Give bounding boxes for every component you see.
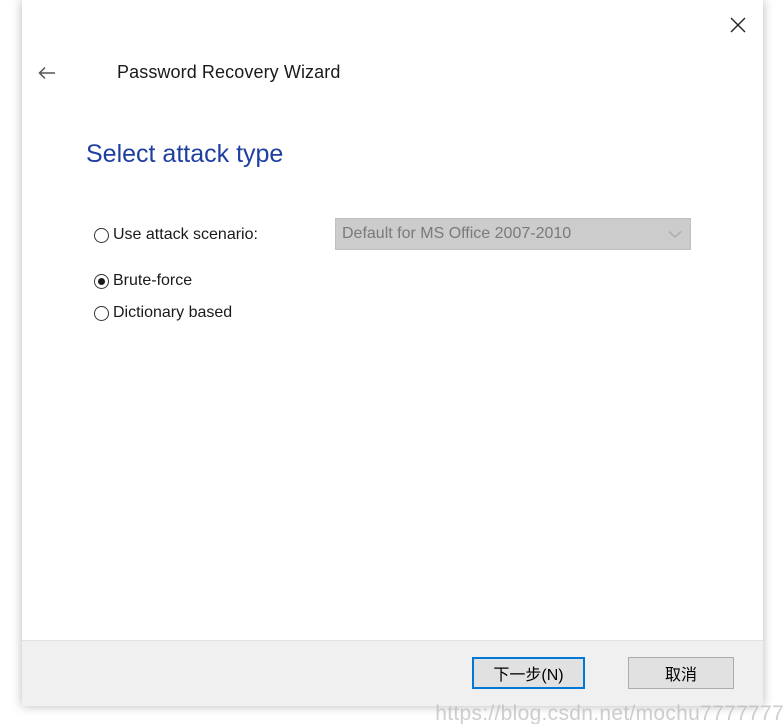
- select-value: Default for MS Office 2007-2010: [342, 225, 572, 242]
- screen: Password Recovery Wizard Select attack t…: [0, 0, 784, 724]
- watermark-text: https://blog.csdn.net/mochu7777777: [435, 702, 784, 724]
- page-heading: Select attack type: [86, 140, 284, 168]
- radio-circle[interactable]: [94, 227, 109, 243]
- chevron-down-icon: [668, 231, 682, 238]
- radio-dot: [98, 277, 105, 285]
- footer-bar: 下一步(N) 取消: [22, 640, 763, 706]
- next-button[interactable]: 下一步(N): [472, 657, 585, 689]
- radio-brute-force[interactable]: Brute-force: [94, 272, 192, 290]
- radio-dictionary-based[interactable]: Dictionary based: [94, 304, 232, 322]
- radio-circle-selected[interactable]: [94, 273, 109, 289]
- radio-label: Brute-force: [113, 272, 193, 289]
- radio-label: Use attack scenario:: [113, 226, 258, 243]
- back-button[interactable]: [32, 58, 62, 88]
- close-button[interactable]: [721, 8, 755, 42]
- close-icon: [730, 17, 746, 33]
- radio-label: Dictionary based: [113, 304, 233, 321]
- wizard-dialog: Password Recovery Wizard Select attack t…: [22, 0, 763, 706]
- radio-use-attack-scenario[interactable]: Use attack scenario:: [94, 226, 258, 244]
- attack-scenario-select[interactable]: Default for MS Office 2007-2010: [335, 218, 691, 250]
- arrow-left-icon: [38, 66, 55, 80]
- wizard-title: Password Recovery Wizard: [117, 62, 341, 82]
- radio-circle[interactable]: [94, 305, 109, 321]
- cancel-button[interactable]: 取消: [628, 657, 734, 689]
